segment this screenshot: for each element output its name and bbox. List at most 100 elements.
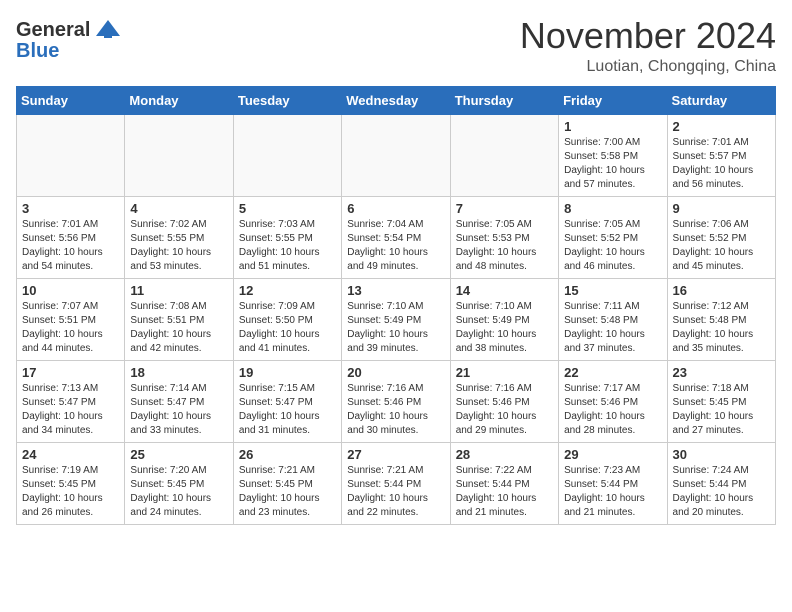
calendar-day-cell: 10 Sunrise: 7:07 AM Sunset: 5:51 PM Dayli… [17,278,125,360]
day-info: Sunrise: 7:18 AM Sunset: 5:45 PM Dayligh… [673,382,770,438]
day-number: 16 [673,283,770,298]
day-number: 8 [564,201,661,216]
calendar-day-cell: 15Sunrise: 7:11 AM Sunset: 5:48 PM Dayli… [559,278,667,360]
day-number: 30 [673,447,770,462]
day-info: Sunrise: 7:13 AM Sunset: 5:47 PM Dayligh… [22,382,119,438]
day-info: Sunrise: 7:06 AM Sunset: 5:52 PM Dayligh… [673,218,770,274]
day-number: 20 [347,365,444,380]
day-number: 24 [22,447,119,462]
calendar-day-cell: 14 Sunrise: 7:10 AM Sunset: 5:49 PM Dayli… [450,278,558,360]
calendar-day-header: Thursday [450,86,558,114]
calendar-day-cell: 6 Sunrise: 7:04 AM Sunset: 5:54 PM Daylig… [342,196,450,278]
day-info: Sunrise: 7:16 AM Sunset: 5:46 PM Dayligh… [456,382,553,438]
day-number: 21 [456,365,553,380]
day-info: Sunrise: 7:17 AM Sunset: 5:46 PM Dayligh… [564,382,661,438]
day-info: Sunrise: 7:10 AM Sunset: 5:49 PM Dayligh… [347,300,444,356]
calendar-day-header: Friday [559,86,667,114]
calendar-day-header: Sunday [17,86,125,114]
day-info: Sunrise: 7:24 AM Sunset: 5:44 PM Dayligh… [673,464,770,520]
calendar-day-cell [450,114,558,196]
day-info: Sunrise: 7:10 AM Sunset: 5:49 PM Dayligh… [456,300,553,356]
day-number: 9 [673,201,770,216]
day-info: Sunrise: 7:02 AM Sunset: 5:55 PM Dayligh… [130,218,227,274]
day-number: 18 [130,365,227,380]
calendar-day-cell: 25Sunrise: 7:20 AM Sunset: 5:45 PM Dayli… [125,442,233,524]
calendar-day-cell: 11 Sunrise: 7:08 AM Sunset: 5:51 PM Dayli… [125,278,233,360]
day-info: Sunrise: 7:20 AM Sunset: 5:45 PM Dayligh… [130,464,227,520]
calendar-day-cell: 7 Sunrise: 7:05 AM Sunset: 5:53 PM Daylig… [450,196,558,278]
calendar-day-cell [125,114,233,196]
day-info: Sunrise: 7:21 AM Sunset: 5:44 PM Dayligh… [347,464,444,520]
day-number: 2 [673,119,770,134]
calendar-day-cell: 1 Sunrise: 7:00 AM Sunset: 5:58 PM Daylig… [559,114,667,196]
day-number: 27 [347,447,444,462]
calendar-day-cell: 26Sunrise: 7:21 AM Sunset: 5:45 PM Dayli… [233,442,341,524]
calendar-week-row: 3 Sunrise: 7:01 AM Sunset: 5:56 PM Daylig… [17,196,776,278]
day-number: 26 [239,447,336,462]
day-info: Sunrise: 7:15 AM Sunset: 5:47 PM Dayligh… [239,382,336,438]
day-info: Sunrise: 7:07 AM Sunset: 5:51 PM Dayligh… [22,300,119,356]
day-info: Sunrise: 7:05 AM Sunset: 5:53 PM Dayligh… [456,218,553,274]
calendar-day-cell: 8 Sunrise: 7:05 AM Sunset: 5:52 PM Daylig… [559,196,667,278]
day-info: Sunrise: 7:23 AM Sunset: 5:44 PM Dayligh… [564,464,661,520]
day-number: 5 [239,201,336,216]
day-info: Sunrise: 7:16 AM Sunset: 5:46 PM Dayligh… [347,382,444,438]
day-number: 3 [22,201,119,216]
calendar-day-cell [342,114,450,196]
calendar-day-cell: 17Sunrise: 7:13 AM Sunset: 5:47 PM Dayli… [17,360,125,442]
calendar-day-cell: 19 Sunrise: 7:15 AM Sunset: 5:47 PM Dayli… [233,360,341,442]
calendar-day-cell: 29 Sunrise: 7:23 AM Sunset: 5:44 PM Dayli… [559,442,667,524]
logo-icon [94,16,122,44]
day-number: 23 [673,365,770,380]
day-info: Sunrise: 7:08 AM Sunset: 5:51 PM Dayligh… [130,300,227,356]
month-title: November 2024 [520,16,776,56]
logo-blue-text: Blue [16,40,59,62]
day-number: 12 [239,283,336,298]
calendar-day-cell [17,114,125,196]
day-info: Sunrise: 7:12 AM Sunset: 5:48 PM Dayligh… [673,300,770,356]
calendar-table: SundayMondayTuesdayWednesdayThursdayFrid… [16,86,776,525]
day-number: 11 [130,283,227,298]
day-number: 14 [456,283,553,298]
calendar-day-cell: 23 Sunrise: 7:18 AM Sunset: 5:45 PM Dayli… [667,360,775,442]
calendar-day-cell: 18 Sunrise: 7:14 AM Sunset: 5:47 PM Dayli… [125,360,233,442]
day-number: 28 [456,447,553,462]
day-info: Sunrise: 7:09 AM Sunset: 5:50 PM Dayligh… [239,300,336,356]
calendar-day-cell: 2 Sunrise: 7:01 AM Sunset: 5:57 PM Daylig… [667,114,775,196]
day-number: 29 [564,447,661,462]
day-number: 7 [456,201,553,216]
logo: General Blue [16,16,122,63]
calendar-day-cell: 5 Sunrise: 7:03 AM Sunset: 5:55 PM Daylig… [233,196,341,278]
day-number: 10 [22,283,119,298]
day-info: Sunrise: 7:19 AM Sunset: 5:45 PM Dayligh… [22,464,119,520]
day-number: 19 [239,365,336,380]
calendar-day-cell: 30 Sunrise: 7:24 AM Sunset: 5:44 PM Dayli… [667,442,775,524]
day-number: 1 [564,119,661,134]
calendar-day-cell: 22Sunrise: 7:17 AM Sunset: 5:46 PM Dayli… [559,360,667,442]
day-info: Sunrise: 7:04 AM Sunset: 5:54 PM Dayligh… [347,218,444,274]
day-info: Sunrise: 7:01 AM Sunset: 5:57 PM Dayligh… [673,136,770,192]
calendar-day-cell: 13 Sunrise: 7:10 AM Sunset: 5:49 PM Dayli… [342,278,450,360]
page-header: General Blue November 2024 Luotian, Chon… [16,16,776,76]
day-number: 13 [347,283,444,298]
calendar-day-cell: 24 Sunrise: 7:19 AM Sunset: 5:45 PM Dayli… [17,442,125,524]
calendar-day-cell: 12 Sunrise: 7:09 AM Sunset: 5:50 PM Dayli… [233,278,341,360]
day-info: Sunrise: 7:00 AM Sunset: 5:58 PM Dayligh… [564,136,661,192]
calendar-day-header: Tuesday [233,86,341,114]
day-info: Sunrise: 7:05 AM Sunset: 5:52 PM Dayligh… [564,218,661,274]
logo-general-text: General [16,19,90,42]
day-info: Sunrise: 7:03 AM Sunset: 5:55 PM Dayligh… [239,218,336,274]
day-info: Sunrise: 7:14 AM Sunset: 5:47 PM Dayligh… [130,382,227,438]
calendar-day-header: Saturday [667,86,775,114]
calendar-week-row: 1 Sunrise: 7:00 AM Sunset: 5:58 PM Daylig… [17,114,776,196]
day-info: Sunrise: 7:01 AM Sunset: 5:56 PM Dayligh… [22,218,119,274]
title-block: November 2024 Luotian, Chongqing, China [520,16,776,76]
day-number: 6 [347,201,444,216]
location-title: Luotian, Chongqing, China [520,58,776,76]
calendar-header-row: SundayMondayTuesdayWednesdayThursdayFrid… [17,86,776,114]
calendar-day-header: Monday [125,86,233,114]
day-info: Sunrise: 7:11 AM Sunset: 5:48 PM Dayligh… [564,300,661,356]
calendar-week-row: 24 Sunrise: 7:19 AM Sunset: 5:45 PM Dayli… [17,442,776,524]
day-info: Sunrise: 7:22 AM Sunset: 5:44 PM Dayligh… [456,464,553,520]
day-number: 4 [130,201,227,216]
